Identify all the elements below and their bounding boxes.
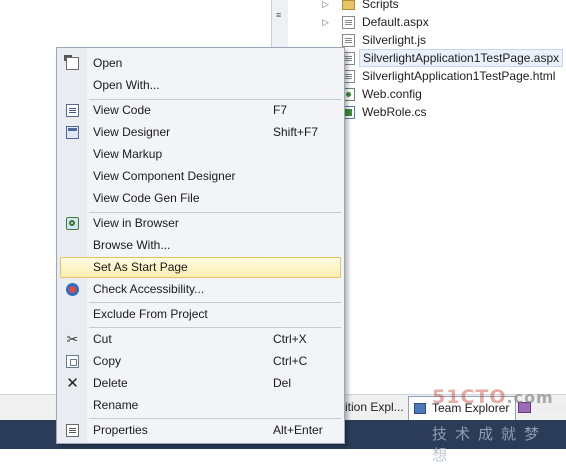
js-file-icon [342, 34, 355, 47]
menu-item-view-in-browser[interactable]: View in Browser [60, 213, 341, 234]
panel-splitter[interactable]: ≡ [271, 0, 289, 48]
expand-arrow-icon[interactable]: ▷ [322, 14, 329, 31]
tree-item-label: SilverlightApplication1TestPage.aspx [359, 49, 564, 67]
menu-item-exclude-from-project[interactable]: Exclude From Project [60, 304, 341, 325]
menu-separator [89, 302, 341, 303]
menu-item-open[interactable]: Open [60, 53, 341, 74]
menu-item-cut[interactable]: ✂ Cut Ctrl+X [60, 329, 341, 350]
watermark-logo: 51CTO.com [432, 386, 554, 408]
delete-icon: ✕ [66, 375, 79, 392]
folder-icon [342, 0, 355, 10]
tab-solution-explorer[interactable]: ition Expl... [343, 396, 404, 418]
team-explorer-icon [414, 403, 426, 414]
menu-item-browse-with[interactable]: Browse With... [60, 235, 341, 256]
menu-item-view-component-designer[interactable]: View Component Designer [60, 166, 341, 187]
accessibility-icon [66, 283, 79, 296]
tree-item-label: WebRole.cs [362, 105, 427, 119]
aspx-file-icon [342, 16, 355, 29]
menu-item-delete[interactable]: ✕ Delete Del [60, 373, 341, 394]
menu-item-view-designer[interactable]: View Designer Shift+F7 [60, 122, 341, 143]
menu-item-open-with[interactable]: Open With... [60, 75, 341, 96]
view-designer-icon [66, 126, 79, 139]
menu-item-view-code[interactable]: View Code F7 [60, 100, 341, 121]
menu-item-check-accessibility[interactable]: Check Accessibility... [60, 279, 341, 300]
menu-item-set-as-start-page[interactable]: Set As Start Page [60, 257, 341, 278]
open-icon [64, 55, 79, 70]
menu-separator [89, 418, 341, 419]
menu-item-rename[interactable]: Rename [60, 395, 341, 416]
menu-item-view-code-gen-file[interactable]: View Code Gen File [60, 188, 341, 209]
tree-item-label: SilverlightApplication1TestPage.html [362, 69, 556, 83]
tree-item-label: Scripts [362, 0, 399, 11]
browser-icon [66, 217, 79, 230]
scissors-icon: ✂ [66, 331, 79, 347]
tree-item-label: Web.config [362, 87, 422, 101]
context-menu: Open Open With... View Code F7 View Desi… [56, 47, 345, 444]
expand-arrow-icon[interactable]: ▷ [322, 0, 329, 13]
copy-icon [66, 355, 79, 368]
tree-item-label: Silverlight.js [362, 33, 427, 47]
properties-icon [66, 424, 79, 437]
menu-separator [89, 327, 341, 328]
tree-item-label: Default.aspx [362, 15, 429, 29]
grip-icon: ≡ [276, 10, 282, 20]
menu-item-properties[interactable]: Properties Alt+Enter [60, 420, 341, 441]
view-code-icon [66, 104, 79, 117]
menu-item-view-markup[interactable]: View Markup [60, 144, 341, 165]
menu-item-copy[interactable]: Copy Ctrl+C [60, 351, 341, 372]
watermark-slogan: 技术成就梦想 [432, 425, 548, 464]
